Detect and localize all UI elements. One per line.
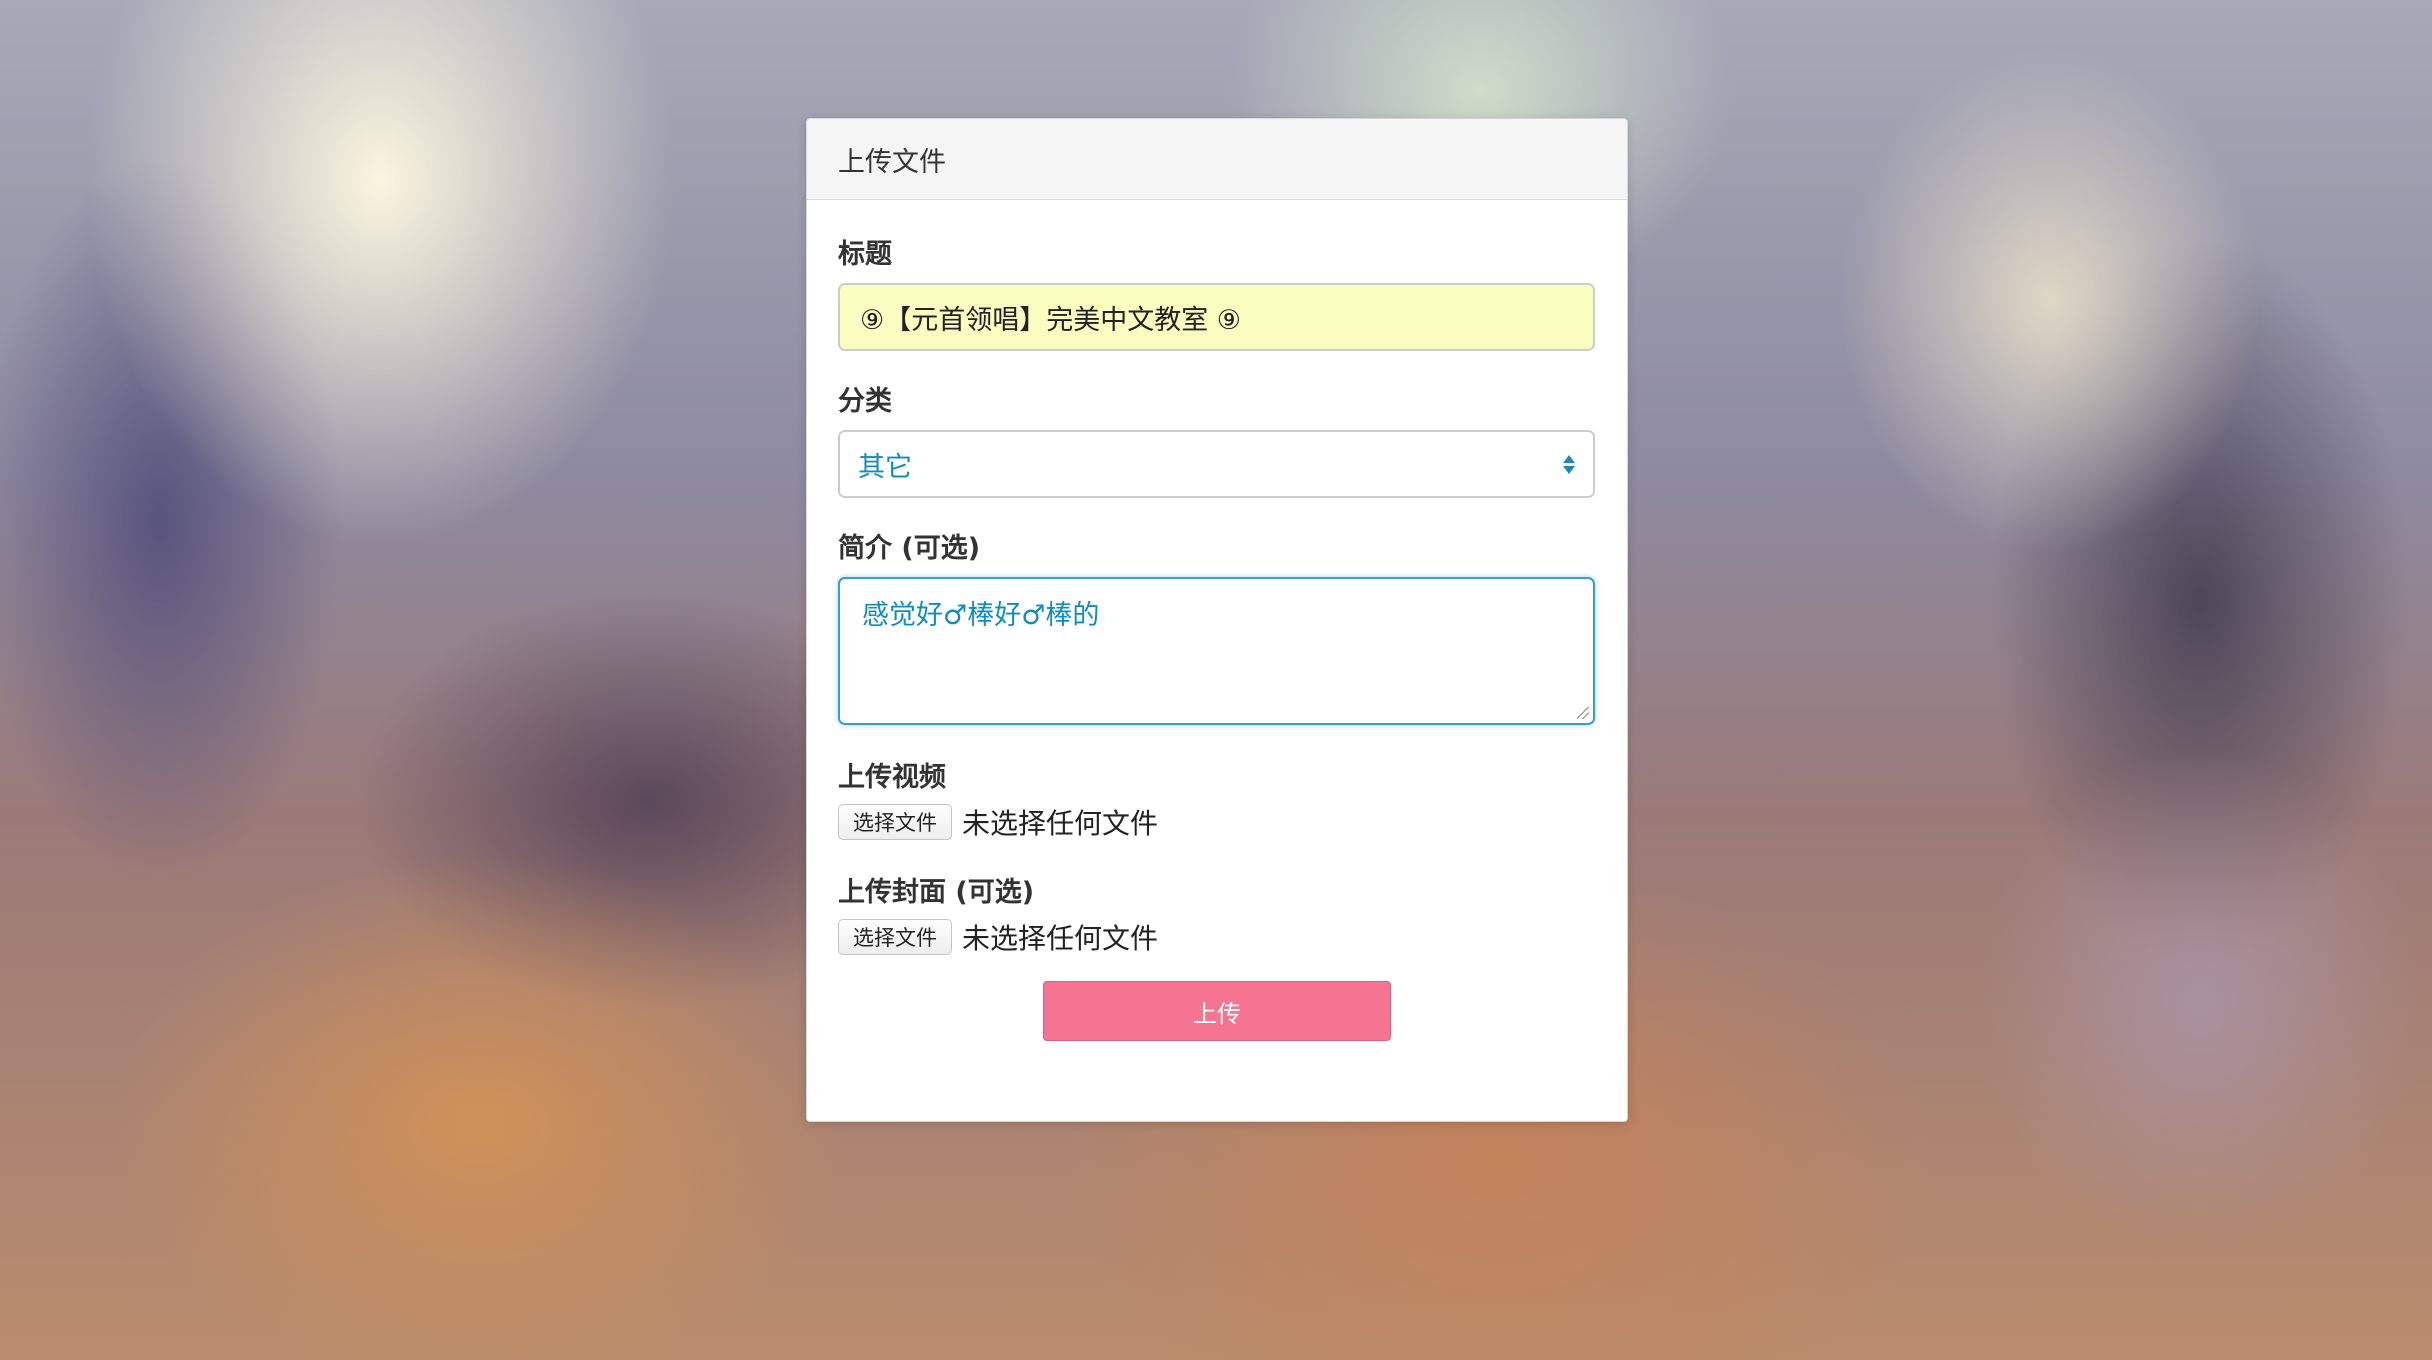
submit-wrap: 上传 <box>838 981 1596 1041</box>
video-label: 上传视频 <box>838 762 946 793</box>
title-input[interactable]: ⑨【元首领唱】完美中文教室 ⑨ <box>838 283 1595 351</box>
cover-file-input: 选择文件 未选择任何文件 <box>838 917 1596 957</box>
intro-textarea[interactable]: 感觉好♂棒好♂棒的 <box>838 577 1595 725</box>
upload-form: 标题 ⑨【元首领唱】完美中文教室 ⑨ 分类 其它 简介 (可选) 感觉好♂棒好♂… <box>807 200 1627 1041</box>
resize-grip-icon[interactable] <box>1577 707 1589 719</box>
video-choose-file-button[interactable]: 选择文件 <box>838 804 952 840</box>
upload-submit-button[interactable]: 上传 <box>1043 981 1391 1041</box>
upload-card: 上传文件 标题 ⑨【元首领唱】完美中文教室 ⑨ 分类 其它 简介 (可选) 感觉… <box>806 118 1628 1122</box>
cover-label: 上传封面 (可选) <box>838 877 1035 908</box>
category-label: 分类 <box>838 386 892 417</box>
card-header: 上传文件 <box>807 119 1627 200</box>
cover-choose-file-button[interactable]: 选择文件 <box>838 919 952 955</box>
intro-textarea-value: 感觉好♂棒好♂棒的 <box>862 600 1100 631</box>
select-arrows-icon <box>1563 454 1575 474</box>
cover-file-status: 未选择任何文件 <box>962 922 1159 955</box>
category-select[interactable]: 其它 <box>838 430 1595 498</box>
card-title: 上传文件 <box>838 146 946 178</box>
category-selected-value: 其它 <box>858 451 912 483</box>
video-file-input: 选择文件 未选择任何文件 <box>838 802 1596 842</box>
video-file-status: 未选择任何文件 <box>962 807 1159 840</box>
intro-label: 简介 (可选) <box>838 533 981 564</box>
title-label: 标题 <box>838 239 892 270</box>
title-input-value: ⑨【元首领唱】完美中文教室 ⑨ <box>860 304 1241 336</box>
